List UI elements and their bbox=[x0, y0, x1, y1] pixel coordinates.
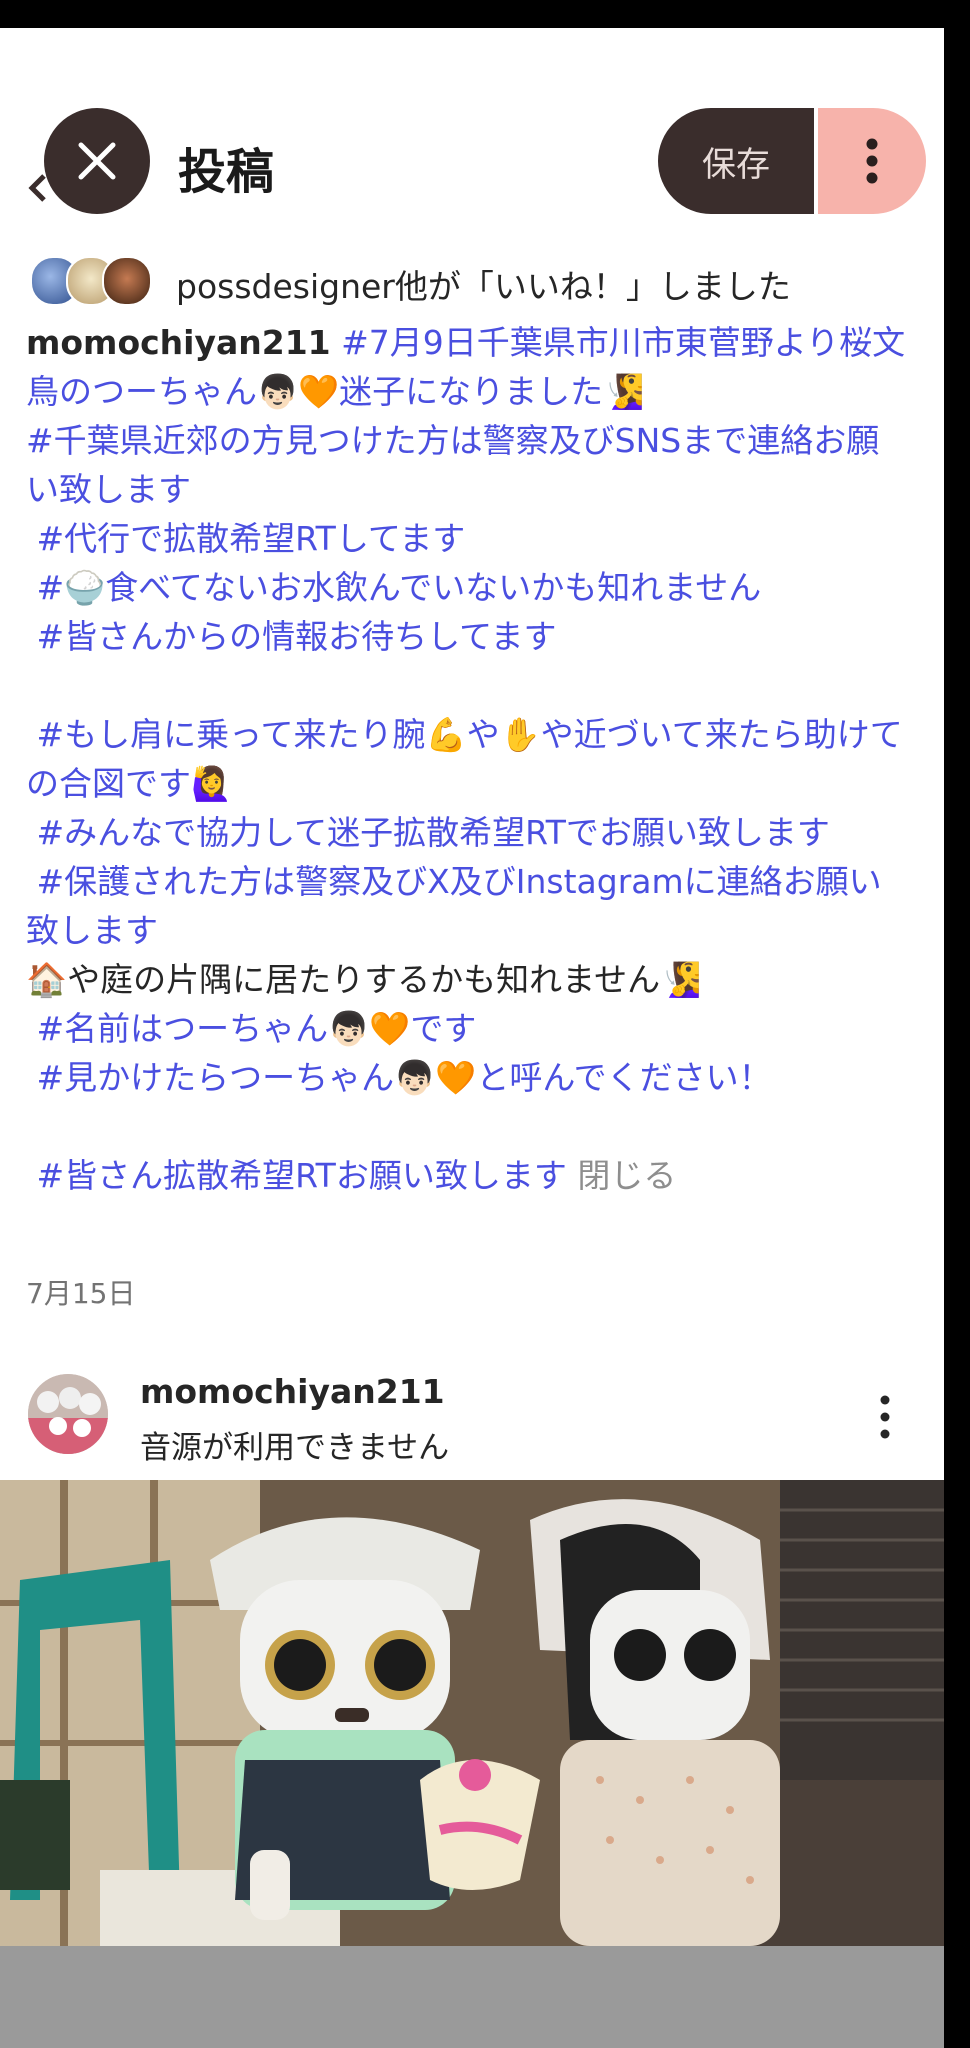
post-detail-page: 投稿 保存 possdesigner他が「いいね！」しました momochiya… bbox=[0, 28, 944, 2048]
avatar[interactable] bbox=[28, 1374, 108, 1454]
audio-status[interactable]: 音源が利用できません bbox=[140, 1422, 449, 1467]
screen-edge bbox=[944, 28, 970, 2048]
save-button[interactable]: 保存 bbox=[658, 108, 814, 214]
close-button[interactable] bbox=[44, 108, 150, 214]
post-date: 7月15日 bbox=[26, 1277, 136, 1310]
avatar-image bbox=[28, 1374, 108, 1454]
likes-text[interactable]: possdesigner他が「いいね！」しました bbox=[176, 260, 791, 308]
close-icon bbox=[78, 142, 116, 180]
more-vert-icon bbox=[866, 138, 878, 184]
post-username[interactable]: momochiyan211 bbox=[140, 1372, 445, 1411]
caption-hashtags[interactable]: #7月9日千葉県市川市東菅野より桜文鳥のつーちゃん👦🏻🧡迷子になりました🧏‍♀️… bbox=[26, 323, 905, 950]
bottom-overlay bbox=[0, 1946, 944, 2048]
post-photo[interactable] bbox=[0, 1480, 944, 1946]
more-vert-icon[interactable] bbox=[870, 1392, 900, 1442]
liker-avatar bbox=[102, 256, 152, 306]
post-caption: momochiyan211 #7月9日千葉県市川市東菅野より桜文鳥のつーちゃん👦… bbox=[26, 318, 906, 1200]
page-title: 投稿 bbox=[178, 144, 275, 200]
likes-row[interactable]: possdesigner他が「いいね！」しました bbox=[30, 256, 930, 306]
caption-plain-text: 🏠や庭の片隅に居たりするかも知れません🧏‍♀️ bbox=[26, 960, 702, 999]
close-caption-link[interactable]: 閉じる bbox=[577, 1156, 676, 1195]
more-options-button[interactable] bbox=[818, 108, 926, 214]
caption-username[interactable]: momochiyan211 bbox=[26, 323, 331, 362]
status-bar-area bbox=[0, 0, 970, 28]
post-photo-image bbox=[0, 1480, 944, 1946]
